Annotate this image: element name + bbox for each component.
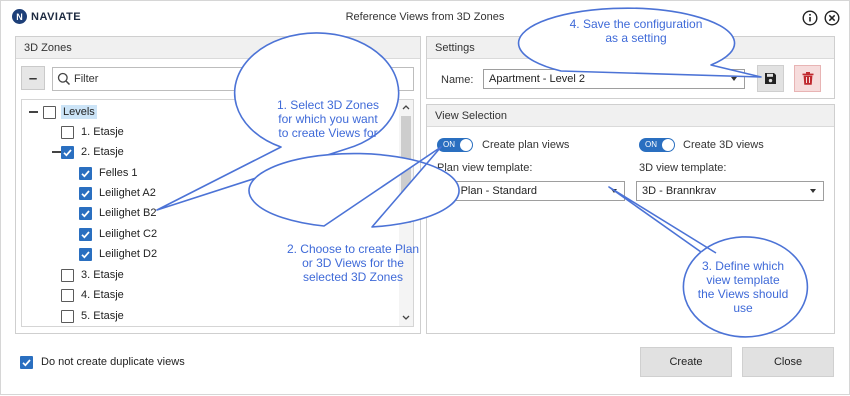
callout-4-text: 4. Save the configuration as a setting — [569, 17, 703, 45]
callout-3-tail-cover — [701, 252, 714, 256]
callout-3-text: 3. Define which view template the Views sh… — [697, 259, 789, 315]
dialog-window: N NAVIATE Reference Views from 3D Zones … — [0, 0, 850, 395]
callout-2-text: 2. Choose to create Plan or 3D Views for … — [286, 242, 420, 284]
callout-1-text: 1. Select 3D Zones for which you want to c… — [276, 98, 380, 140]
